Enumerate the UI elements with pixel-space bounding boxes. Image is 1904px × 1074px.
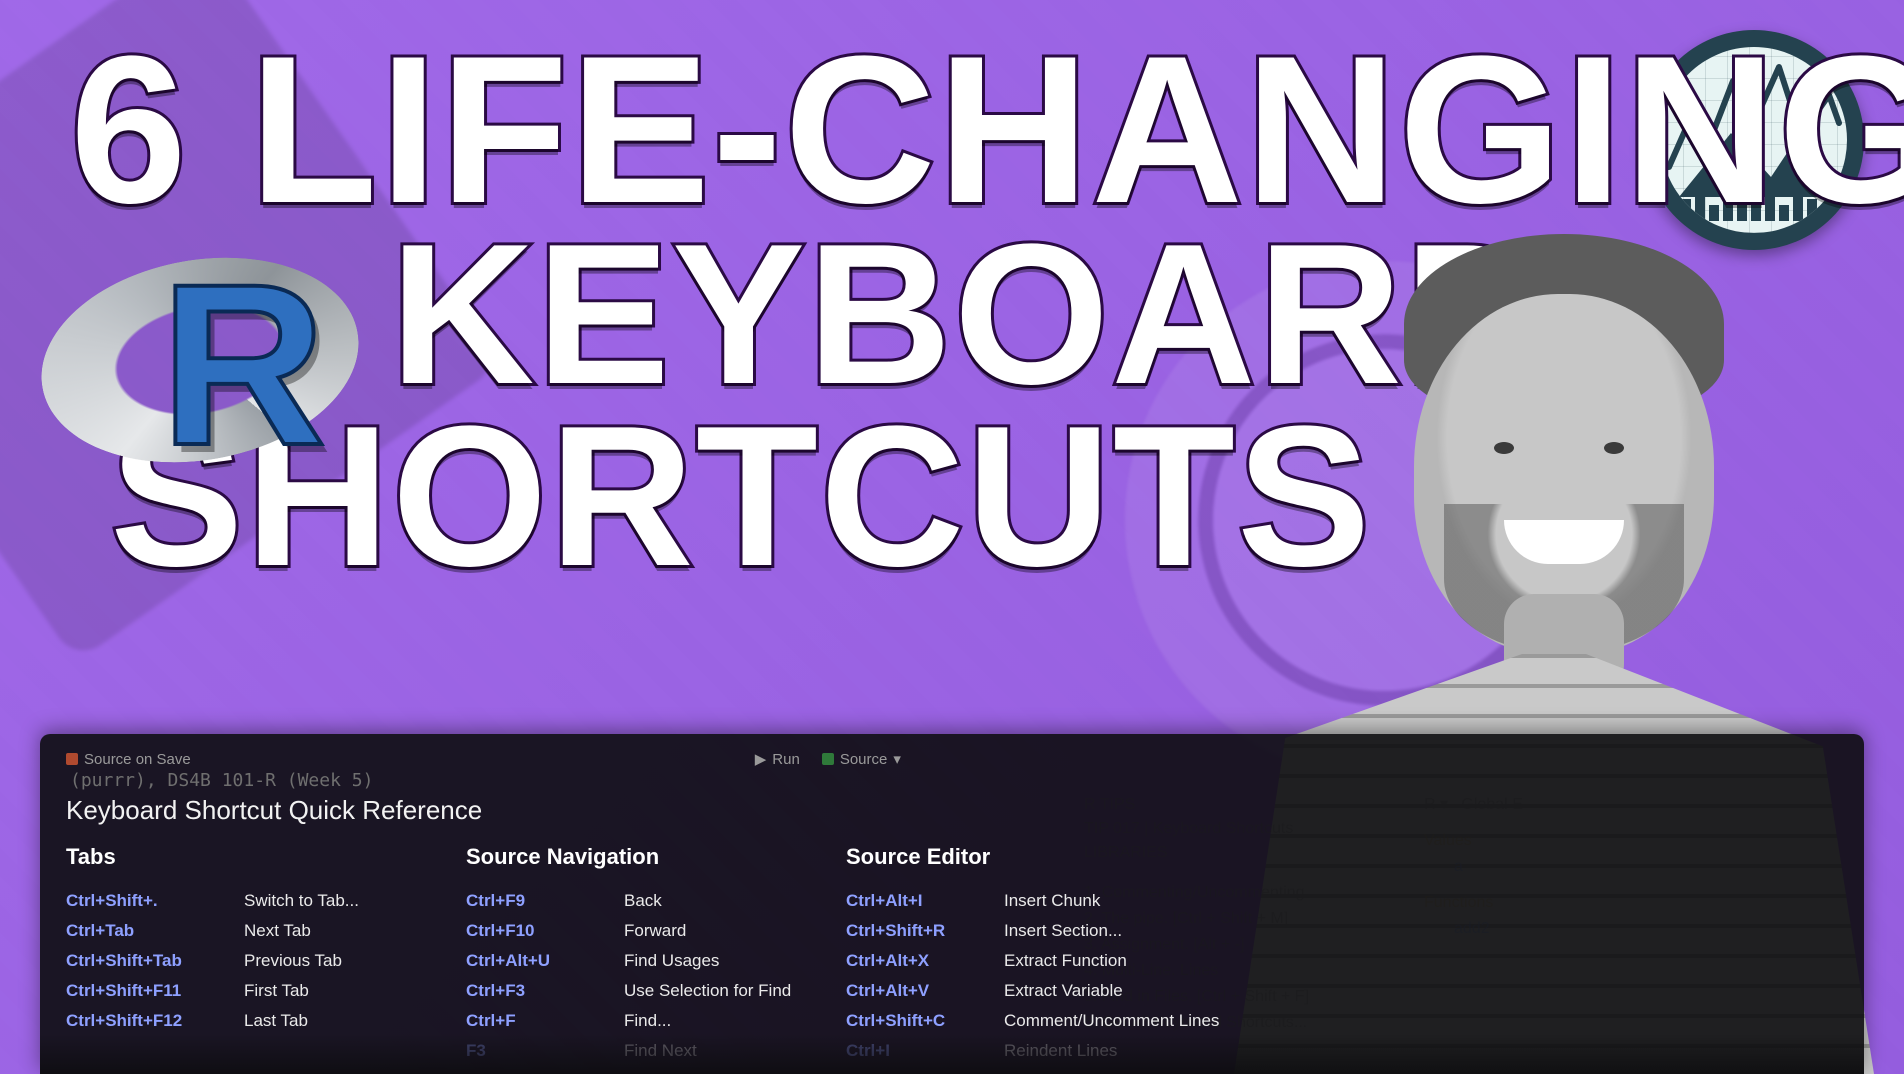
kb-key: Ctrl+Alt+U — [466, 946, 616, 976]
kb-label: Insert Chunk — [1004, 886, 1176, 916]
kb-label: Find... — [624, 1006, 836, 1036]
kb-row: Ctrl+F10 Forward — [466, 916, 836, 946]
kb-row: Ctrl+Alt+I Insert Chunk — [846, 886, 1176, 916]
ref-col-source-editor: Source Editor Ctrl+Alt+I Insert Chunk Ctr… — [846, 844, 1176, 1066]
reference-title: Keyboard Shortcut Quick Reference — [66, 795, 1838, 826]
kb-label: Extract Function — [1004, 946, 1176, 976]
r-logo: R — [40, 230, 380, 490]
kb-key: Ctrl+Shift+. — [66, 886, 236, 916]
kb-key: Ctrl+F — [466, 1006, 616, 1036]
kb-key: Ctrl+Alt+V — [846, 976, 996, 1006]
kb-key: Ctrl+F10 — [466, 916, 616, 946]
run-ghost: ▶ Run — [755, 750, 800, 768]
kb-row: Ctrl+Shift+CComment/Uncomment Lines — [846, 1006, 1176, 1036]
kb-key: F3 — [466, 1036, 616, 1066]
kb-key: Ctrl+Alt+I — [846, 886, 996, 916]
kb-row: Ctrl+Shift+. Switch to Tab... — [66, 886, 456, 916]
kb-key: Ctrl+Shift+R — [846, 916, 996, 946]
source-ghost: Source ▾ — [822, 750, 901, 768]
kb-row: Ctrl+F Find... — [466, 1006, 836, 1036]
kb-key: Ctrl+F3 — [466, 976, 616, 1006]
kb-label: Find Usages — [624, 946, 836, 976]
kb-row: Ctrl+Alt+U Find Usages — [466, 946, 836, 976]
kb-row: Ctrl+Shift+F12 Last Tab — [66, 1006, 456, 1036]
kb-row: Ctrl+Shift+Tab Previous Tab — [66, 946, 456, 976]
kb-label: Comment/Uncomment Lines — [1004, 1006, 1219, 1036]
kb-row: Ctrl+Tab Next Tab — [66, 916, 456, 946]
kb-label: Use Selection for Find — [624, 976, 836, 1006]
kb-label: Extract Variable — [1004, 976, 1176, 1006]
kb-key: Ctrl+Tab — [66, 916, 236, 946]
kb-label: Forward — [624, 916, 836, 946]
source-on-save-label: Source on Save — [84, 751, 191, 768]
ref-heading-source-editor: Source Editor — [846, 844, 1176, 870]
kb-label: Back — [624, 886, 836, 916]
ref-heading-tabs: Tabs — [66, 844, 456, 870]
kb-label: Next Tab — [244, 916, 456, 946]
shortcut-reference-panel: Source on Save ▶ Run Source ▾ (purrr), D… — [40, 734, 1864, 1074]
reference-columns: Tabs Ctrl+Shift+. Switch to Tab... Ctrl+T… — [66, 844, 1838, 1066]
headline-line-2: KEYBOARD — [390, 220, 1844, 410]
ghost-code-hint: (purrr), DS4B 101-R (Week 5) — [70, 770, 1838, 791]
kb-key: Ctrl+F9 — [466, 886, 616, 916]
kb-label: First Tab — [244, 976, 456, 1006]
kb-key: Ctrl+Alt+X — [846, 946, 996, 976]
kb-row: Ctrl+Shift+R Insert Section... — [846, 916, 1176, 946]
kb-label: Insert Section... — [1004, 916, 1176, 946]
kb-row: Ctrl+Alt+V Extract Variable — [846, 976, 1176, 1006]
kb-row: Ctrl+F9 Back — [466, 886, 836, 916]
editor-toolbar-ghost: Source on Save ▶ Run Source ▾ — [66, 748, 1838, 770]
headline-line-1: 6 LIFE-CHANGING — [70, 30, 1844, 230]
kb-label: Previous Tab — [244, 946, 456, 976]
kb-key: Ctrl+Shift+F11 — [66, 976, 236, 1006]
kb-label: Last Tab — [244, 1006, 456, 1036]
kb-label: Find Next — [624, 1036, 836, 1066]
source-on-save-ghost: Source on Save — [66, 751, 191, 768]
kb-key: Ctrl+Shift+C — [846, 1006, 996, 1036]
kb-row: Ctrl+F3 Use Selection for Find — [466, 976, 836, 1006]
thumbnail-stage: 6 LIFE-CHANGING KEYBOARD SHORTCUTS R R T… — [0, 0, 1904, 1074]
kb-key: Ctrl+Shift+Tab — [66, 946, 236, 976]
kb-row: Ctrl+Alt+X Extract Function — [846, 946, 1176, 976]
kb-row: Ctrl+Shift+F11 First Tab — [66, 976, 456, 1006]
ref-col-tabs: Tabs Ctrl+Shift+. Switch to Tab... Ctrl+T… — [66, 844, 456, 1036]
kb-key: Ctrl+I — [846, 1036, 996, 1066]
kb-key: Ctrl+Shift+F12 — [66, 1006, 236, 1036]
ref-heading-source-nav: Source Navigation — [466, 844, 836, 870]
kb-row: F3 Find Next — [466, 1036, 836, 1066]
r-logo-letter: R — [160, 250, 326, 480]
kb-label: Switch to Tab... — [244, 886, 456, 916]
ref-col-source-nav: Source Navigation Ctrl+F9 Back Ctrl+F10 Fo… — [466, 844, 836, 1066]
kb-label: Reindent Lines — [1004, 1036, 1176, 1066]
kb-row: Ctrl+I Reindent Lines — [846, 1036, 1176, 1066]
file-icon — [66, 753, 78, 765]
